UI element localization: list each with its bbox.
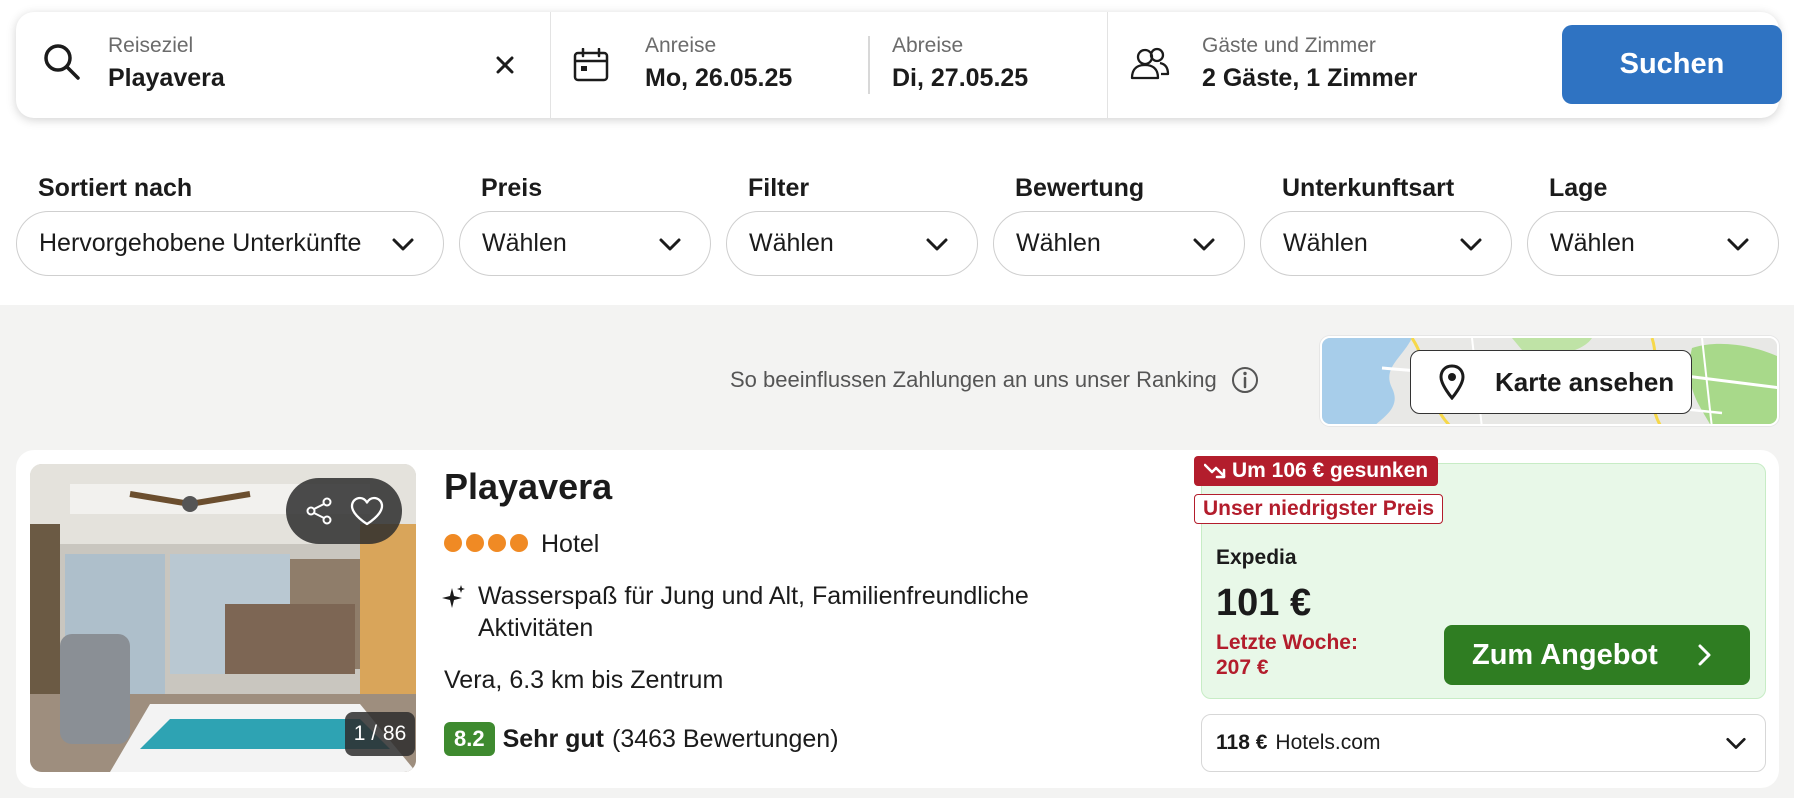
alt-offer-provider: Hotels.com: [1275, 731, 1381, 754]
location-pin-icon: [1439, 364, 1465, 400]
filter-label: Preis: [481, 174, 543, 202]
filter-label: Filter: [748, 174, 810, 202]
deal-provider: Expedia: [1216, 546, 1297, 569]
property-type-value: Wählen: [1283, 229, 1368, 257]
calendar-icon: [573, 48, 609, 82]
hotel-feature: Wasserspaß für Jung und Alt, Familienfre…: [442, 580, 1118, 644]
clear-destination-button[interactable]: [486, 46, 524, 84]
property-type-dropdown[interactable]: Wählen: [1260, 211, 1512, 276]
checkin-value: Mo, 26.05.25: [645, 64, 793, 92]
date-separator: [868, 36, 870, 94]
search-icon: [44, 44, 80, 80]
checkout-value: Di, 27.05.25: [892, 64, 1029, 92]
destination-field[interactable]: Reiseziel Playavera: [16, 12, 550, 118]
view-map-label: Karte ansehen: [1495, 366, 1675, 397]
alternative-offer-dropdown[interactable]: 118 € Hotels.com: [1201, 714, 1766, 772]
heart-icon[interactable]: [350, 496, 384, 526]
search-bar: Reiseziel Playavera Anreise Mo, 26.05.25…: [16, 12, 1782, 118]
hotel-result-card[interactable]: 1 / 86 Playavera Hotel Wasserspaß für Ju…: [16, 450, 1779, 788]
hotel-rating[interactable]: 8.2 Sehr gut (3463 Bewertungen): [444, 722, 839, 756]
sort-dropdown[interactable]: Hervorgehobene Unterkünfte: [16, 211, 444, 276]
view-map-button[interactable]: Karte ansehen: [1410, 350, 1692, 414]
hotel-distance: Vera, 6.3 km bis Zentrum: [444, 666, 724, 694]
filter-label: Sortiert nach: [38, 174, 193, 202]
ranking-info-text: So beeinflussen Zahlungen an uns unser R…: [730, 367, 1217, 392]
filter-label: Lage: [1549, 174, 1608, 202]
filter-label: Unterkunftsart: [1282, 174, 1455, 202]
hotel-name[interactable]: Playavera: [444, 466, 612, 508]
alt-offer-price: 118 €: [1216, 731, 1268, 754]
price-dropdown[interactable]: Wählen: [459, 211, 711, 276]
search-button[interactable]: Suchen: [1562, 25, 1782, 104]
hotel-type: Hotel: [541, 530, 600, 558]
ranking-info[interactable]: So beeinflussen Zahlungen an uns unser R…: [730, 366, 1259, 394]
chevron-down-icon: [926, 238, 948, 251]
filter-price: Preis Wählen: [459, 174, 711, 276]
filter-filter: Filter Wählen: [726, 174, 978, 276]
location-value: Wählen: [1550, 229, 1635, 257]
filter-rating: Bewertung Wählen: [993, 174, 1245, 276]
chevron-down-icon: [1726, 737, 1746, 749]
checkin-label: Anreise: [645, 34, 717, 57]
filter-location: Lage Wählen: [1527, 174, 1779, 276]
hotel-stars: [444, 534, 528, 552]
hotel-feature-text: Wasserspaß für Jung und Alt, Familienfre…: [478, 582, 1029, 642]
price-drop-text: Um 106 € gesunken: [1232, 459, 1429, 482]
deal-price: 101 €: [1216, 582, 1312, 624]
rating-count: (3463 Bewertungen): [612, 724, 839, 753]
filter-label: Bewertung: [1015, 174, 1145, 202]
info-icon: [1231, 367, 1258, 393]
star-dot-icon: [444, 534, 462, 552]
share-icon[interactable]: [305, 497, 333, 525]
photo-actions: [286, 478, 402, 544]
last-week-price: Letzte Woche: 207 €: [1216, 631, 1358, 679]
star-dot-icon: [510, 534, 528, 552]
view-deal-button[interactable]: Zum Angebot: [1444, 625, 1750, 685]
chevron-down-icon: [1727, 238, 1749, 251]
rating-word: Sehr gut: [502, 724, 604, 753]
star-dot-icon: [466, 534, 484, 552]
destination-label: Reiseziel: [108, 34, 194, 57]
guests-field[interactable]: Gäste und Zimmer 2 Gäste, 1 Zimmer: [1108, 12, 1548, 118]
close-icon: [496, 56, 514, 74]
filter-sort: Sortiert nach Hervorgehobene Unterkünfte: [16, 174, 444, 276]
chevron-down-icon: [1460, 238, 1482, 251]
checkout-label: Abreise: [892, 34, 964, 57]
guests-label: Gäste und Zimmer: [1202, 34, 1376, 57]
filter-value: Wählen: [749, 229, 834, 257]
rating-value: Wählen: [1016, 229, 1101, 257]
price-drop-badge: Um 106 € gesunken: [1194, 456, 1439, 486]
guests-value: 2 Gäste, 1 Zimmer: [1202, 64, 1418, 92]
price-value: Wählen: [482, 229, 567, 257]
filter-property-type: Unterkunftsart Wählen: [1260, 174, 1512, 276]
checkout-field[interactable]: Abreise Di, 27.05.25: [872, 12, 1122, 118]
location-dropdown[interactable]: Wählen: [1527, 211, 1779, 276]
lowest-price-badge: Unser niedrigster Preis: [1194, 494, 1444, 524]
trend-down-icon: [1204, 463, 1226, 479]
chevron-down-icon: [392, 238, 414, 251]
map-preview[interactable]: Karte ansehen: [1320, 336, 1779, 426]
chevron-down-icon: [659, 238, 681, 251]
checkin-field[interactable]: Anreise Mo, 26.05.25: [551, 12, 861, 118]
sort-value: Hervorgehobene Unterkünfte: [39, 229, 362, 257]
star-dot-icon: [488, 534, 506, 552]
filter-dropdown[interactable]: Wählen: [726, 211, 978, 276]
chevron-down-icon: [1193, 238, 1215, 251]
sparkle-icon: [442, 585, 465, 608]
guests-icon: [1130, 47, 1170, 80]
photo-counter: 1 / 86: [345, 712, 415, 756]
view-deal-label: Zum Angebot: [1472, 638, 1658, 671]
destination-value: Playavera: [108, 64, 225, 92]
rating-dropdown[interactable]: Wählen: [993, 211, 1245, 276]
rating-score-badge: 8.2: [444, 722, 495, 756]
hotel-photo[interactable]: 1 / 86: [30, 464, 416, 772]
chevron-right-icon: [1698, 644, 1711, 666]
